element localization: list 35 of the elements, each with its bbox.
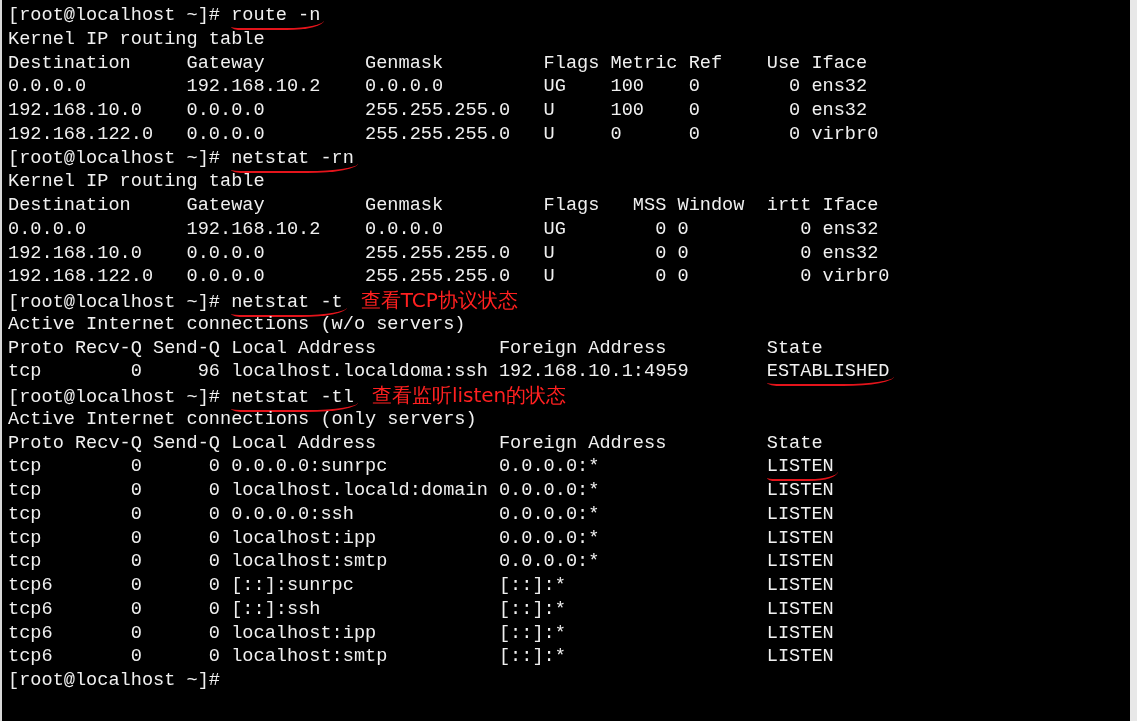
terminal-text: Destination Gateway Genmask Flags Metric Ref Use Iface: [8, 51, 868, 76]
terminal-text: [root@localhost ~]#: [8, 146, 221, 171]
terminal-text: Kernel IP routing table: [8, 27, 265, 52]
annotation-note: 查看TCP协议状态: [360, 289, 518, 312]
terminal-text: tcp 0 0 0.0.0.0:sunrpc 0.0.0.0:*: [8, 455, 601, 479]
terminal-text: tcp6 0 0 [::]:ssh [::]:* LISTEN: [8, 597, 834, 622]
terminal-text: 0.0.0.0 192.168.10.2 0.0.0.0 UG 0 0 0 ens32: [8, 217, 879, 242]
terminal-text: [root@localhost ~]#: [8, 4, 221, 28]
terminal-text: Proto Recv-Q Send-Q Local Address Foreign Address State: [8, 336, 823, 361]
underlined-terminal-text: LISTEN: [766, 457, 838, 482]
terminal-text: tcp6 0 0 localhost:ipp [::]:* LISTEN: [8, 621, 834, 646]
terminal-text: tcp 0 0 localhost.locald:domain 0.0.0.0:* LISTEN: [8, 479, 834, 503]
underlined-terminal-text: ESTABLISHED: [766, 362, 894, 387]
terminal-text: Proto Recv-Q Send-Q Local Address Foreign Address State: [8, 431, 823, 456]
terminal-text: Kernel IP routing table: [8, 170, 265, 194]
terminal-text: [root@localhost ~]#: [8, 291, 221, 315]
terminal-text: 192.168.122.0 0.0.0.0 255.255.255.0 U 0 0 0 virbr0: [8, 122, 879, 147]
underlined-terminal-text: route -n: [231, 6, 325, 30]
terminal-text: tcp 0 0 localhost:ipp 0.0.0.0:* LISTEN: [8, 526, 834, 551]
underlined-terminal-text: netstat -t: [231, 293, 347, 317]
terminal-text: 192.168.10.0 0.0.0.0 255.255.255.0 U 0 0 0 ens32: [8, 241, 879, 266]
terminal-text: tcp 0 96 localhost.localdoma:ssh 192.168.10.1:4959: [8, 360, 690, 384]
underlined-terminal-text: netstat -rn: [231, 148, 358, 173]
terminal-text: tcp 0 0 0.0.0.0:ssh 0.0.0.0:* LISTEN: [8, 502, 834, 527]
terminal-text: 0.0.0.0 192.168.10.2 0.0.0.0 UG 100 0 0 ens32: [8, 75, 868, 99]
terminal-text: tcp 0 0 localhost:smtp 0.0.0.0:* LISTEN: [8, 550, 834, 574]
terminal-text: Destination Gateway Genmask Flags MSS Window irtt Iface: [8, 194, 879, 218]
terminal-text: tcp6 0 0 [::]:sunrpc [::]:* LISTEN: [8, 574, 834, 598]
terminal-text: 192.168.10.0 0.0.0.0 255.255.255.0 U 100 0 0 ens32: [8, 99, 868, 123]
terminal-text: 192.168.122.0 0.0.0.0 255.255.255.0 U 0 0 0 virbr0: [8, 265, 890, 289]
terminal-text: [root@localhost ~]#: [8, 669, 220, 693]
annotation-note: 查看监听listen的状态: [371, 384, 567, 407]
terminal-text: tcp6 0 0 localhost:smtp [::]:* LISTEN: [8, 645, 834, 669]
underlined-terminal-text: netstat -tl: [231, 388, 358, 412]
terminal-text: [root@localhost ~]#: [8, 386, 221, 410]
